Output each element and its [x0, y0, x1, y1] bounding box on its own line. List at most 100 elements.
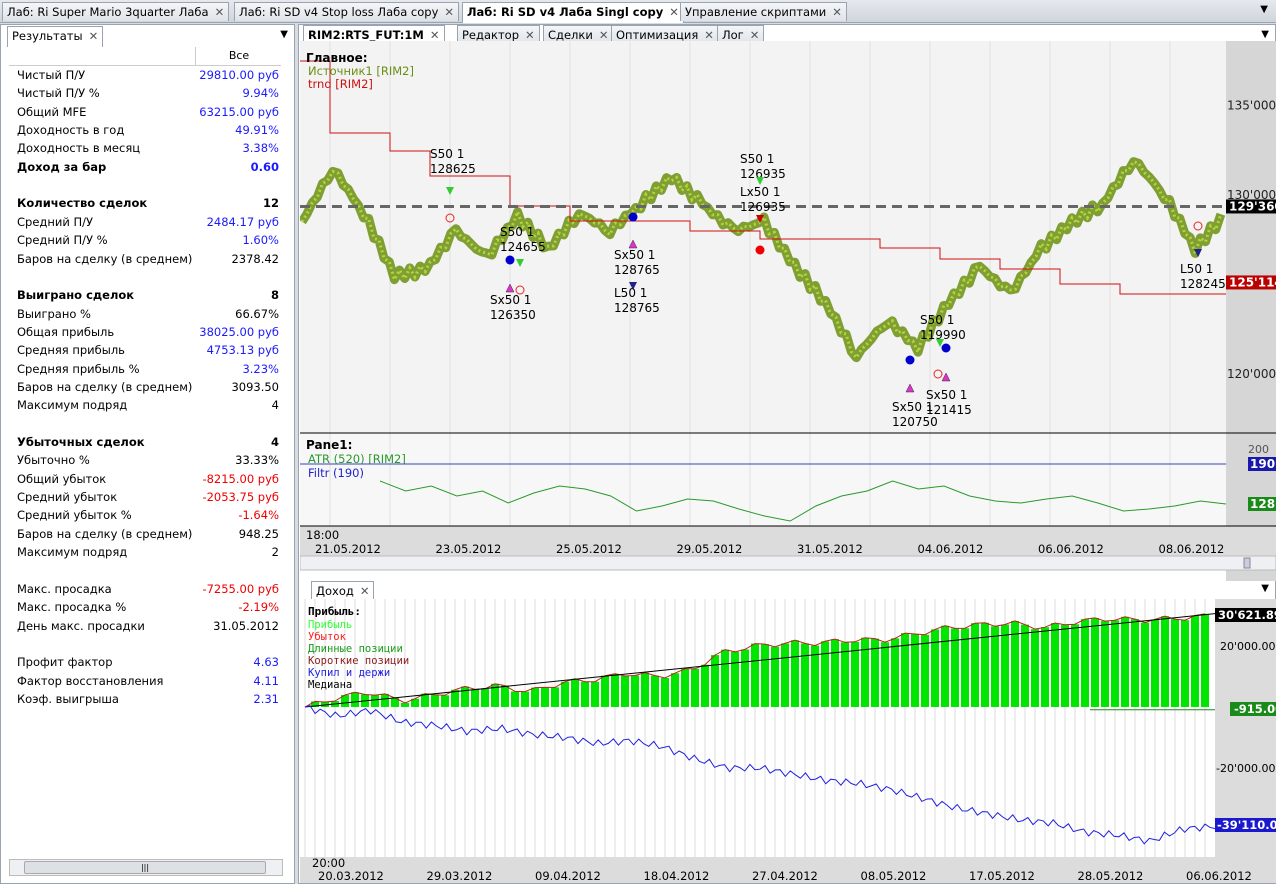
income-chart[interactable]: Прибыль:ПрибыльУбытокДлинные позицииКоро… — [300, 599, 1276, 883]
trade-marker-icon — [941, 343, 951, 353]
profit-bar — [1161, 616, 1169, 707]
profit-bar — [1151, 619, 1159, 707]
profit-bar — [981, 622, 989, 707]
income-date-tick: 09.04.2012 — [535, 869, 601, 883]
price-chart[interactable]: 135'000130'000120'000129'360125'114Главн… — [300, 41, 1276, 581]
legend-trnd: trnd [RIM2] — [308, 77, 373, 91]
tab-label: Доход — [316, 584, 354, 598]
signal-label: S50 1 — [430, 147, 464, 161]
income-date-tick: 20.03.2012 — [318, 869, 384, 883]
scroll-thumb[interactable]: ||| — [24, 861, 266, 874]
profit-bar — [1141, 622, 1149, 707]
profit-bar — [641, 672, 649, 707]
profit-bar — [461, 686, 469, 707]
signal-price: 128765 — [614, 263, 660, 277]
close-icon[interactable]: ✕ — [430, 28, 440, 42]
doc-tab-mario[interactable]: Лаб: Ri Super Mario 3quarter Лаба ✕ — [2, 2, 230, 21]
profit-bar — [1001, 624, 1009, 707]
close-icon[interactable]: ✕ — [360, 584, 370, 598]
signal-label: S50 1 — [500, 225, 534, 239]
result-value: 1.60% — [242, 233, 279, 248]
signal-label: Sx50 1 — [490, 293, 531, 307]
result-row: Фактор восстановления 4.11 — [17, 672, 279, 690]
result-label: Профит фактор — [17, 655, 113, 670]
signal-price: 128765 — [614, 301, 660, 315]
result-value: 0.60 — [250, 159, 279, 174]
doc-tab-singl[interactable]: Лаб: Ri SD v4 Лаба Singl copy ✕ — [462, 2, 684, 23]
results-header: Все — [9, 47, 281, 66]
close-icon[interactable]: ✕ — [704, 28, 714, 42]
profit-bar — [681, 668, 689, 707]
results-tab[interactable]: Результаты ✕ — [7, 26, 104, 47]
profit-bar — [1071, 624, 1079, 707]
date-tick: 21.05.2012 — [315, 542, 381, 556]
result-row: Средний П/У 2484.17 руб — [17, 213, 279, 231]
panel-menu-icon[interactable]: ▼ — [280, 29, 288, 40]
result-label: Средний убыток — [17, 490, 118, 505]
date-tick: 29.05.2012 — [677, 542, 743, 556]
close-icon[interactable]: ✕ — [750, 28, 760, 42]
result-label: Доходность в месяц — [17, 141, 141, 156]
profit-bar — [1191, 615, 1199, 707]
result-value: 2.31 — [253, 691, 279, 706]
horizontal-scrollbar[interactable]: ||| — [9, 859, 283, 876]
result-row: Количество сделок 12 — [17, 194, 279, 212]
main-pane-title: Главное: — [306, 51, 368, 65]
trnd-label: 125'114 — [1229, 275, 1276, 289]
result-value: -1.64% — [238, 508, 279, 523]
result-row: Коэф. выигрыша 2.31 — [17, 690, 279, 708]
close-icon[interactable]: ✕ — [832, 5, 842, 19]
profit-bar — [721, 649, 729, 707]
result-label: Выиграно сделок — [17, 288, 135, 303]
signal-label: Sx50 1 — [892, 400, 933, 414]
date-tick: 25.05.2012 — [556, 542, 622, 556]
profit-bar — [441, 695, 449, 707]
income-time-label: 20:00 — [312, 856, 345, 870]
signal-price: 128625 — [430, 162, 476, 176]
profit-bar — [421, 693, 429, 707]
profit-bar — [1051, 623, 1059, 707]
profit-bar — [1021, 624, 1029, 707]
signal-label: Sx50 1 — [614, 248, 655, 262]
income-y-tick: 20'000.00 — [1220, 640, 1276, 653]
result-value: 2484.17 руб — [206, 214, 279, 229]
result-row: Средний убыток % -1.64% — [17, 506, 279, 524]
result-label: Максимум подряд — [17, 545, 128, 560]
income-title: Прибыль: — [308, 605, 361, 618]
profit-bar — [531, 687, 539, 707]
result-label: Макс. просадка — [17, 581, 112, 596]
income-tab[interactable]: Доход ✕ — [311, 581, 375, 600]
profit-bar — [481, 688, 489, 707]
income-legend-item: Прибыль — [308, 619, 352, 631]
close-icon[interactable]: ✕ — [89, 29, 99, 43]
profit-bar — [1111, 620, 1119, 707]
result-value: 66.67% — [235, 306, 279, 321]
result-value: 4753.13 руб — [206, 343, 279, 358]
close-icon[interactable]: ✕ — [599, 28, 609, 42]
panel-menu-icon[interactable]: ▼ — [1261, 29, 1269, 40]
profit-bar — [791, 640, 799, 707]
tab-label: Редактор — [462, 28, 519, 42]
bh-value: -39'110.00 — [1217, 818, 1276, 832]
profit-bar — [731, 651, 739, 707]
document-tabbar: Лаб: Ri Super Mario 3quarter Лаба ✕ Лаб: … — [0, 0, 1276, 23]
tab-label: Лаб: Ri SD v4 Лаба Singl copy — [467, 5, 664, 19]
doc-tab-scripts[interactable]: Управление скриптами ✕ — [680, 2, 847, 21]
income-date-tick: 08.05.2012 — [861, 869, 927, 883]
result-value: 63215.00 руб — [199, 104, 279, 119]
close-icon[interactable]: ✕ — [444, 5, 454, 19]
tab-menu-icon[interactable]: ▼ — [1260, 4, 1268, 15]
result-label: Средняя прибыль — [17, 343, 125, 358]
panel-menu-icon[interactable]: ▼ — [1261, 583, 1269, 594]
result-row: Доход за бар 0.60 — [17, 158, 279, 176]
close-icon[interactable]: ✕ — [215, 5, 225, 19]
close-icon[interactable]: ✕ — [525, 28, 535, 42]
result-row: Убыточно % 33.33% — [17, 451, 279, 469]
result-value: -2053.75 руб — [202, 490, 279, 505]
close-icon[interactable]: ✕ — [669, 5, 679, 19]
profit-bar — [1101, 621, 1109, 707]
filtr-value: 190 — [1250, 457, 1275, 471]
result-row: Средняя прибыль % 3.23% — [17, 360, 279, 378]
doc-tab-stoploss[interactable]: Лаб: Ri SD v4 Stop loss Лаба copy ✕ — [234, 2, 460, 21]
result-label: Выиграно % — [17, 306, 91, 321]
